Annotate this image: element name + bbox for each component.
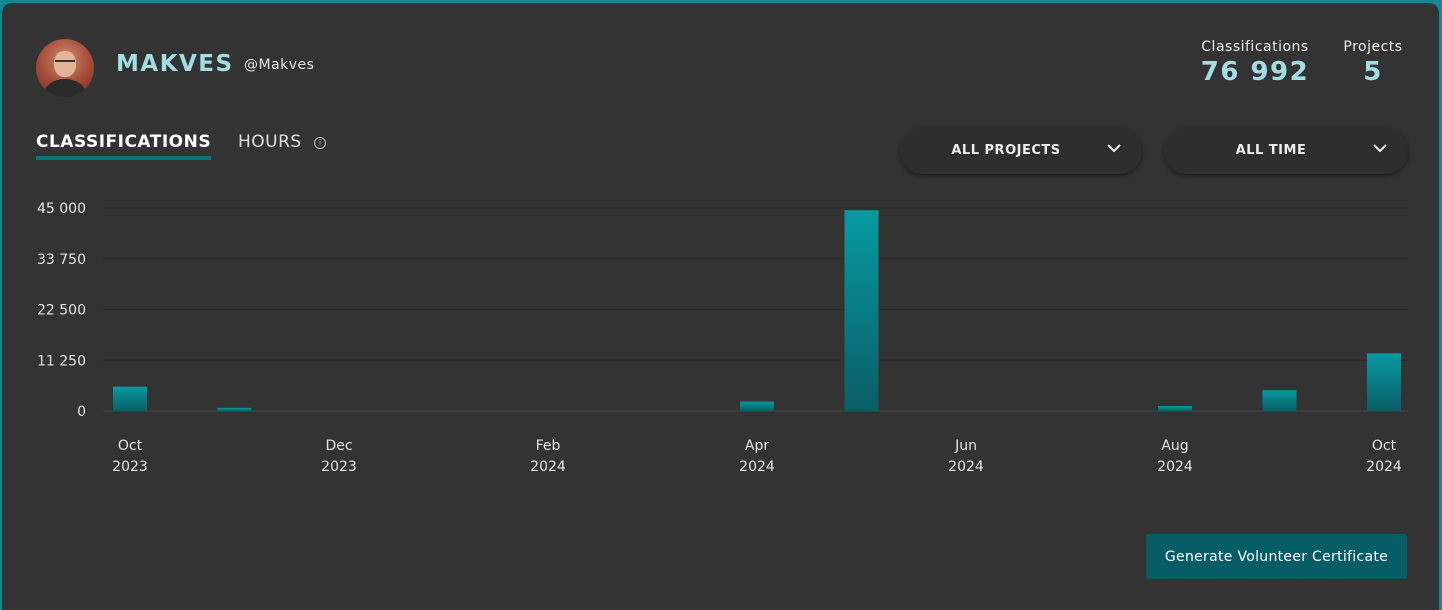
- x-tick-month: Dec: [325, 438, 352, 454]
- x-tick-year: 2024: [1366, 459, 1402, 475]
- info-icon[interactable]: i: [314, 137, 326, 149]
- projects-label: Projects: [1343, 39, 1403, 55]
- x-tick-year: 2024: [739, 459, 775, 475]
- x-tick-month: Feb: [536, 438, 561, 454]
- bar-apr-2024[interactable]: [740, 401, 774, 411]
- x-tick-year: 2024: [948, 459, 984, 475]
- user-handle: @Makves: [244, 57, 315, 73]
- generate-certificate-button[interactable]: Generate Volunteer Certificate: [1146, 534, 1407, 579]
- bar-sep-2024[interactable]: [1262, 390, 1297, 411]
- avatar[interactable]: [36, 39, 94, 97]
- x-tick-month: Apr: [745, 438, 769, 454]
- x-tick-month: Jun: [954, 438, 977, 454]
- tab-classifications[interactable]: CLASSIFICATIONS: [36, 132, 212, 160]
- y-tick-label: 22 500: [37, 303, 86, 319]
- projects-stat: Projects 5: [1336, 39, 1410, 87]
- y-tick-label: 0: [77, 404, 86, 420]
- x-tick-year: 2023: [112, 459, 148, 475]
- projects-dropdown[interactable]: ALL PROJECTS: [900, 128, 1142, 174]
- chevron-down-icon: [1373, 144, 1387, 153]
- stats-card: MAKVES @Makves Classifications 76 992 Pr…: [2, 3, 1439, 610]
- time-dropdown-label: ALL TIME: [1235, 143, 1307, 158]
- bar-oct-2024[interactable]: [1367, 353, 1401, 411]
- display-name: MAKVES: [116, 51, 234, 77]
- bar-oct-2023[interactable]: [113, 386, 147, 411]
- bar-may-2024[interactable]: [844, 210, 879, 411]
- bar-aug-2024[interactable]: [1158, 406, 1192, 411]
- chevron-down-icon: [1107, 144, 1121, 153]
- projects-value: 5: [1363, 57, 1383, 87]
- tab-hours[interactable]: HOURS: [238, 132, 302, 152]
- x-tick-month: Aug: [1161, 438, 1188, 454]
- classifications-stat: Classifications 76 992: [1190, 39, 1320, 87]
- y-tick-label: 45 000: [37, 201, 86, 217]
- x-tick-month: Oct: [118, 438, 143, 454]
- classifications-bar-chart: 45 000 33 750 22 500 11 250 0 Oct 2023 Dec 2023 F…: [37, 201, 1408, 475]
- x-tick-year: 2023: [321, 459, 357, 475]
- y-tick-label: 33 750: [37, 252, 86, 268]
- bar-nov-2023[interactable]: [217, 407, 252, 411]
- x-tick-year: 2024: [530, 459, 566, 475]
- x-tick-year: 2024: [1157, 459, 1193, 475]
- classifications-value: 76 992: [1200, 57, 1310, 87]
- time-dropdown[interactable]: ALL TIME: [1164, 128, 1408, 174]
- classifications-label: Classifications: [1201, 39, 1309, 55]
- projects-dropdown-label: ALL PROJECTS: [951, 143, 1061, 158]
- y-tick-label: 11 250: [37, 353, 86, 369]
- x-tick-month: Oct: [1372, 438, 1397, 454]
